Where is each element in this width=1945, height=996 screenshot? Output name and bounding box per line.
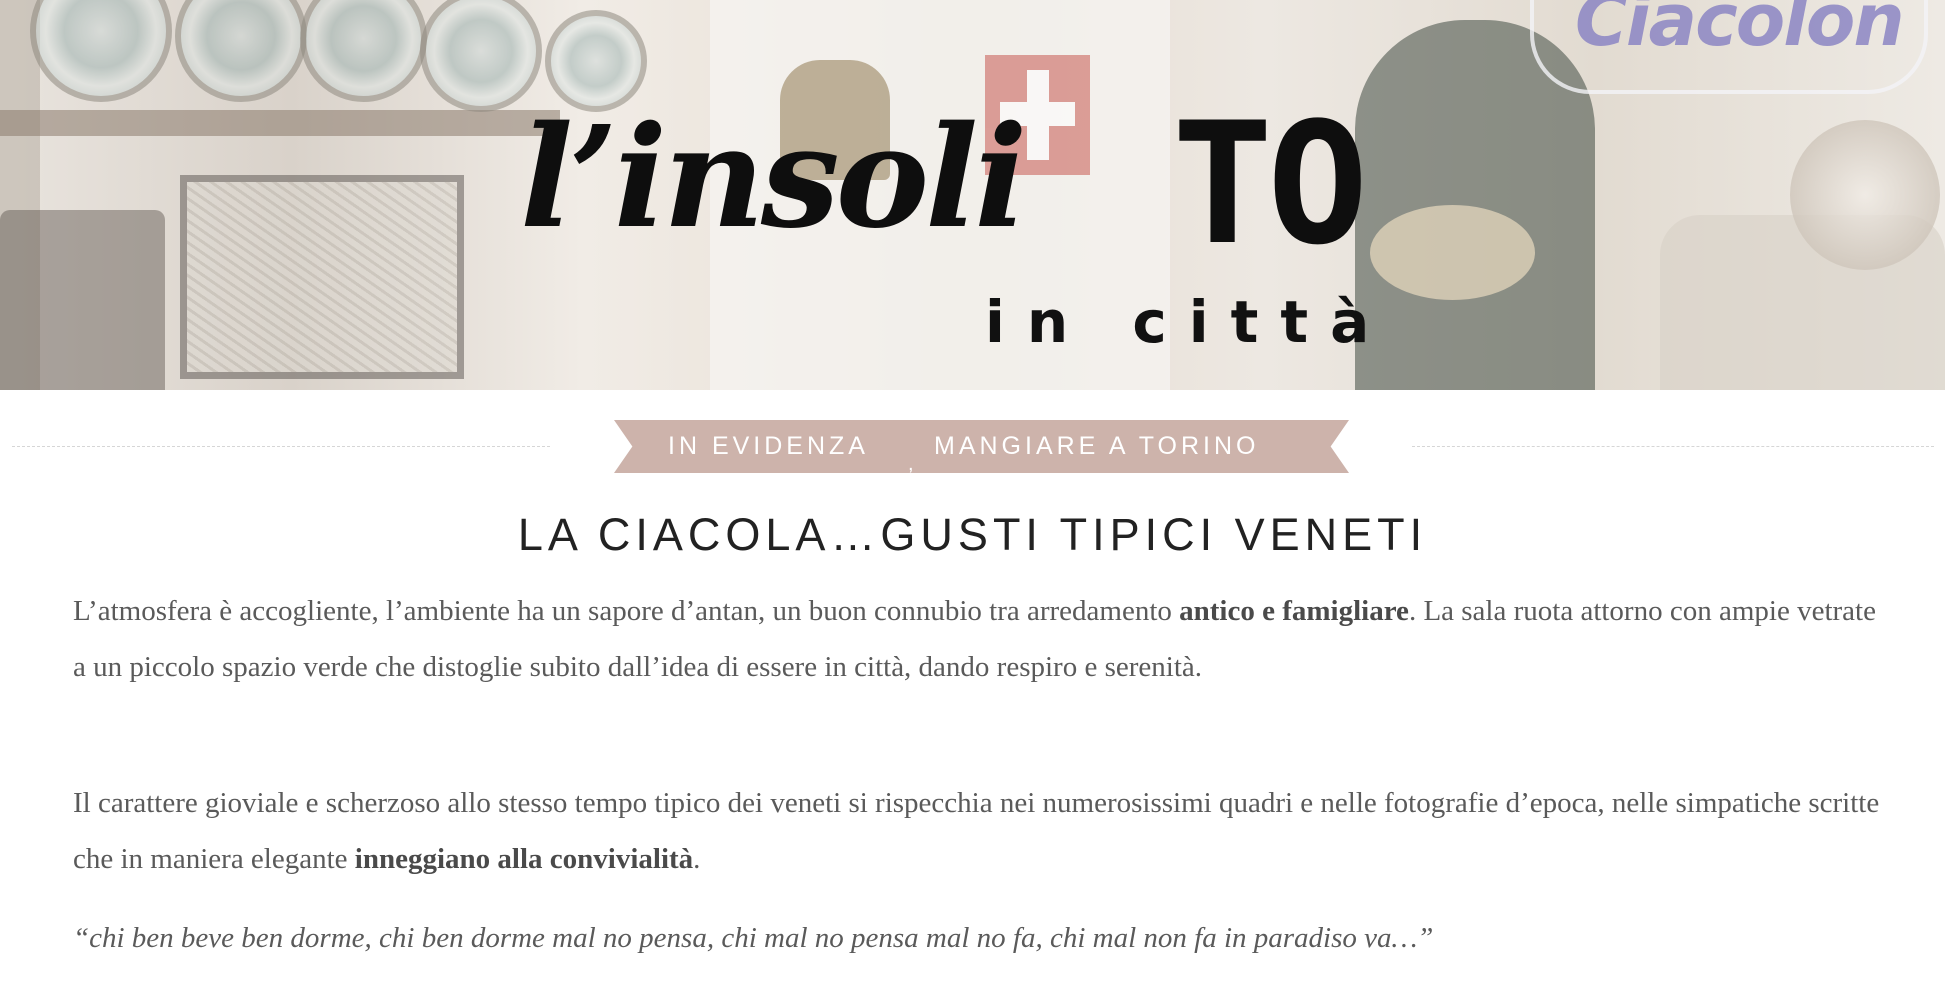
paragraph-text: Il carattere gioviale e scherzoso allo s… [73,787,1880,875]
decorative-plate [300,0,427,102]
article-quote: “chi ben beve ben dorme, chi ben dorme m… [73,922,1434,954]
framed-map-picture [180,175,464,379]
header-banner: Ciacolon l’insoli TO in città [0,0,1945,390]
glass-globe [1790,120,1940,270]
plate-shelf [0,110,560,136]
paragraph-text: . [693,843,701,875]
paragraph-bold-text: inneggiano alla convivialità [354,843,694,875]
site-logo-subtitle[interactable]: in città [985,293,1391,351]
divider-right [1412,446,1934,447]
bottle-label [1370,205,1535,300]
paragraph-text: L’atmosfera è accogliente, l’ambiente ha… [73,595,1180,627]
article-paragraph-1: L’atmosfera è accogliente, l’ambiente ha… [73,583,1883,695]
decorative-plate [175,0,307,102]
divider-left [12,446,550,447]
site-logo-script[interactable]: l’insoli [520,108,1027,248]
site-logo-caps[interactable]: TO [1172,100,1368,268]
paragraph-bold-text: antico e famigliare [1179,595,1409,627]
decorative-plate [30,0,172,102]
neon-sign-text: Ciacolon [1575,0,1905,62]
article-title: LA CIACOLA…GUSTI TIPICI VENETI [517,509,1428,560]
article-paragraph-2: Il carattere gioviale e scherzoso allo s… [73,775,1883,887]
category-link-mangiare-a-torino[interactable]: MANGIARE A TORINO [934,431,1259,461]
cash-register [0,210,165,390]
category-link-in-evidenza[interactable]: IN EVIDENZA [668,431,869,461]
category-separator: , [908,453,914,475]
